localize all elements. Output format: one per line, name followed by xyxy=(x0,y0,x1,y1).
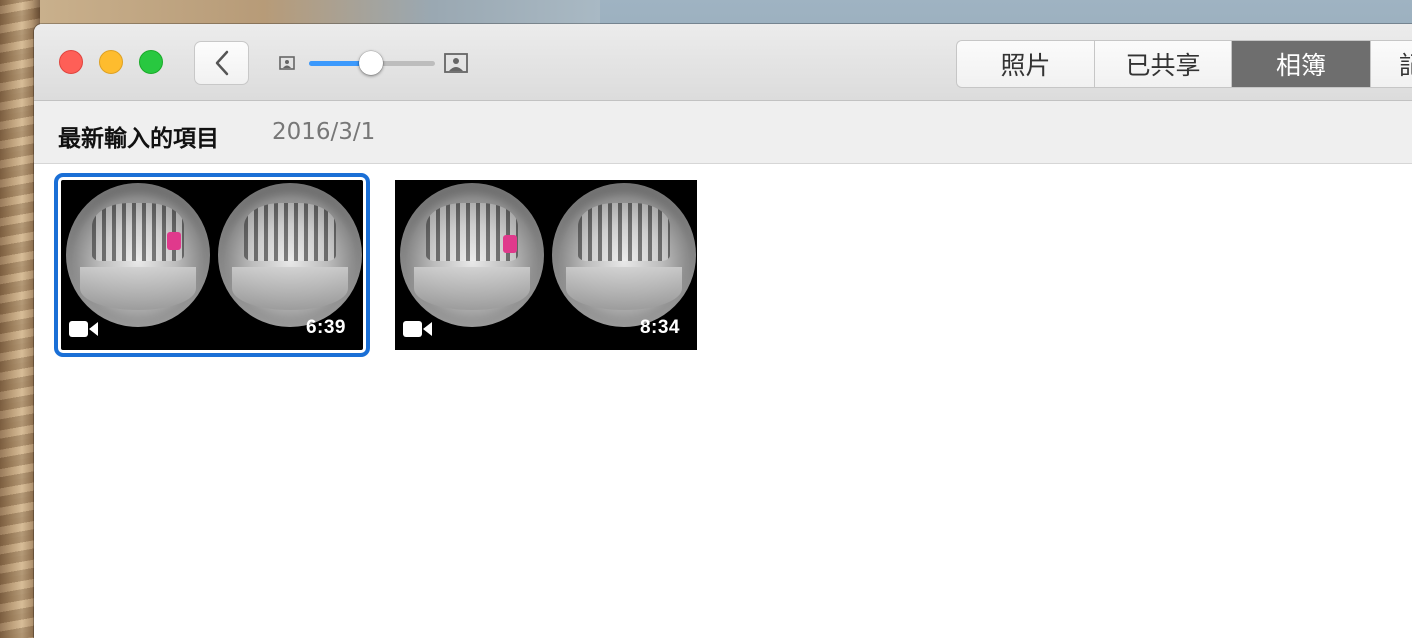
video-camera-icon xyxy=(403,321,432,337)
chevron-left-icon xyxy=(215,50,228,76)
section-title: 最新輸入的項目 xyxy=(58,126,219,152)
toolbar: 照片 已共享 相簿 記 xyxy=(34,24,1412,101)
video-duration: 6:39 xyxy=(305,317,346,338)
fisheye-lens-right xyxy=(218,183,362,327)
zoom-slider-thumb[interactable] xyxy=(359,51,383,75)
close-window-button[interactable] xyxy=(59,50,83,74)
tab-albums[interactable]: 相簿 xyxy=(1232,41,1371,87)
section-header: 最新輸入的項目 2016/3/1 xyxy=(34,101,1412,164)
video-duration: 8:34 xyxy=(639,317,680,338)
video-thumbnail[interactable]: 8:34 xyxy=(395,180,697,350)
large-photo-icon[interactable] xyxy=(444,53,468,73)
maximize-window-button[interactable] xyxy=(139,50,163,74)
small-photo-icon[interactable] xyxy=(279,56,295,70)
image-detail xyxy=(167,232,181,250)
video-thumbnail[interactable]: 6:39 xyxy=(54,173,370,357)
section-date: 2016/3/1 xyxy=(272,119,376,145)
fisheye-lens-left xyxy=(400,183,544,327)
back-button[interactable] xyxy=(194,41,249,85)
desktop-wallpaper-top xyxy=(40,0,600,26)
photos-window: 照片 已共享 相簿 記 最新輸入的項目 2016/3/1 6:39 8:34 xyxy=(34,24,1412,638)
video-camera-icon xyxy=(69,321,98,337)
fisheye-lens-left xyxy=(66,183,210,327)
tab-shared[interactable]: 已共享 xyxy=(1095,41,1232,87)
minimize-window-button[interactable] xyxy=(99,50,123,74)
view-tabs: 照片 已共享 相簿 記 xyxy=(956,40,1412,88)
image-detail xyxy=(503,235,517,253)
tab-photos[interactable]: 照片 xyxy=(957,41,1095,87)
tab-memories[interactable]: 記 xyxy=(1371,41,1412,87)
fisheye-lens-right xyxy=(552,183,696,327)
